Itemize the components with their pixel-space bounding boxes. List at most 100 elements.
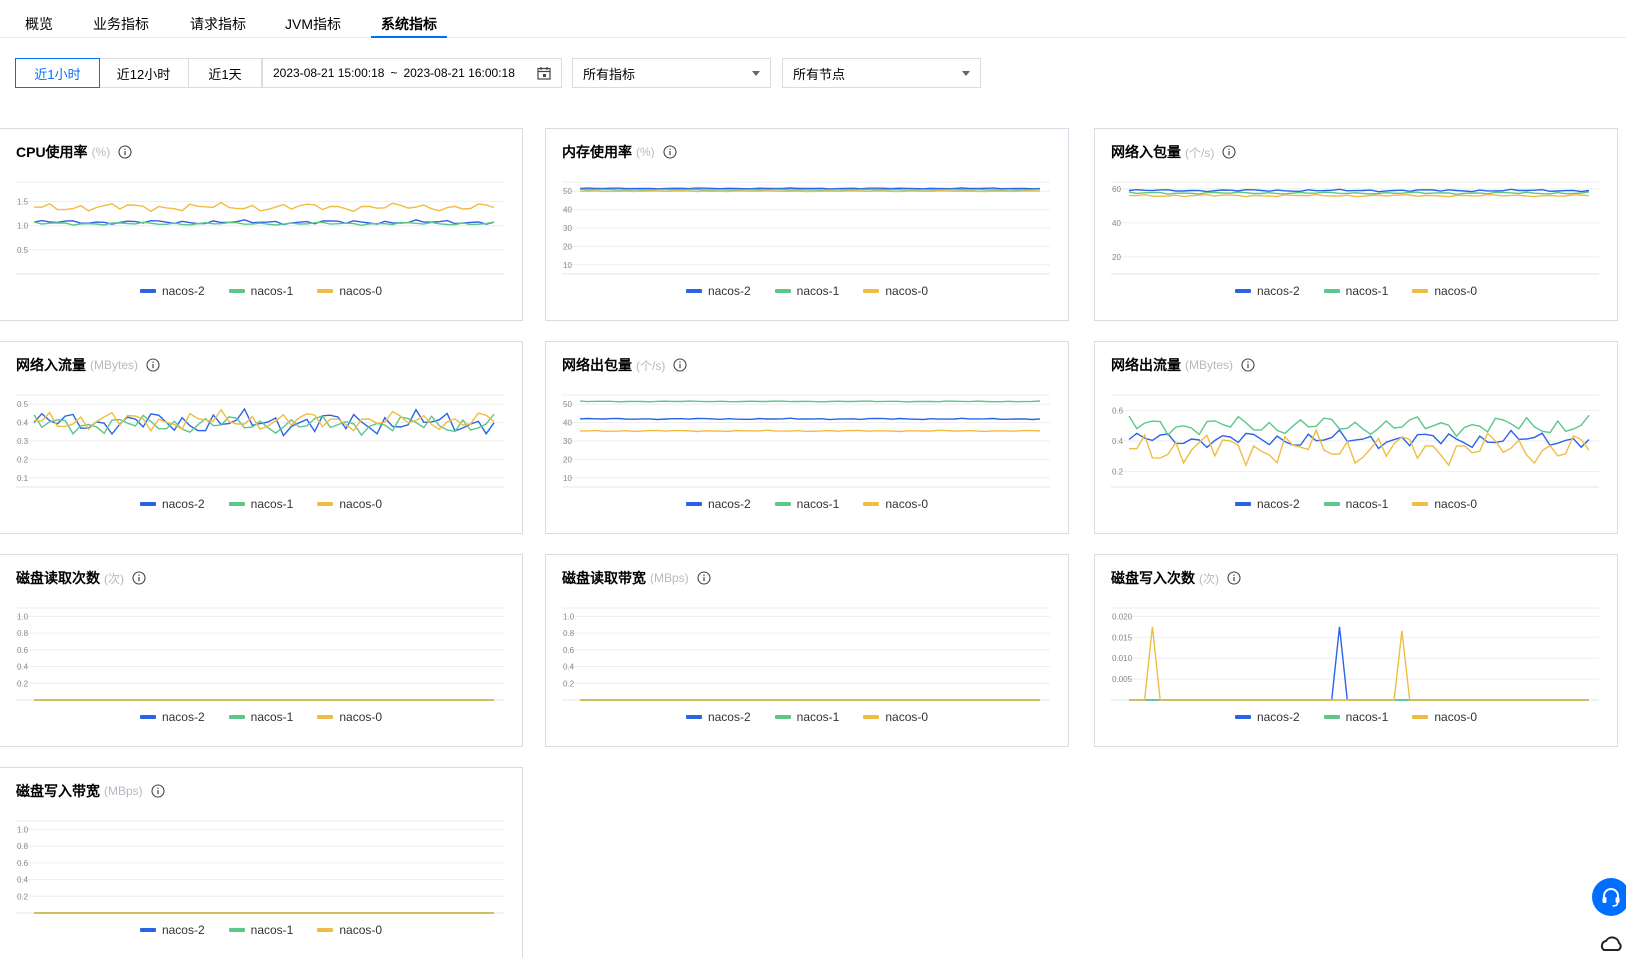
range-12h-button[interactable]: 近12小时 [99, 58, 189, 88]
legend-item-nacos-0[interactable]: nacos-0 [863, 497, 928, 511]
legend-label: nacos-2 [707, 284, 751, 298]
legend-item-nacos-2[interactable]: nacos-2 [685, 497, 751, 511]
headset-icon [1602, 888, 1620, 907]
y-tick-label: 0.8 [17, 629, 29, 638]
legend-item-nacos-2[interactable]: nacos-2 [1234, 284, 1300, 298]
info-icon[interactable] [132, 571, 146, 585]
info-icon[interactable] [673, 358, 687, 372]
legend-item-nacos-2[interactable]: nacos-2 [139, 923, 205, 937]
y-tick-label: 20 [563, 242, 572, 251]
legend-item-nacos-1[interactable]: nacos-1 [1323, 497, 1388, 511]
legend-label: nacos-1 [250, 497, 294, 511]
y-tick-label: 20 [563, 455, 572, 464]
chart-panel: 磁盘读取次数 (次) 1.0 0.8 0.6 0.4 0.2 nacos-2 nacos-1 na… [0, 554, 523, 747]
y-tick-label: 60 [1112, 185, 1121, 194]
legend-item-nacos-1[interactable]: nacos-1 [1323, 710, 1388, 724]
date-range-picker[interactable]: 2023-08-21 15:00:18 ~ 2023-08-21 16:00:1… [262, 58, 562, 88]
legend-item-nacos-1[interactable]: nacos-1 [774, 710, 839, 724]
series-line-nacos-1 [579, 188, 1041, 191]
legend-swatch [317, 928, 334, 932]
legend-label: nacos-0 [339, 497, 383, 511]
tab-jvm-metrics[interactable]: JVM指标 [285, 14, 341, 38]
y-tick-label: 10 [563, 261, 572, 270]
legend-label: nacos-0 [1434, 710, 1478, 724]
chart-unit: (%) [91, 145, 111, 159]
series-line-nacos-0 [33, 201, 495, 213]
legend-item-nacos-0[interactable]: nacos-0 [317, 497, 382, 511]
y-tick-label: 0.020 [1112, 612, 1133, 621]
chart-title-text: 网络出包量 [562, 357, 632, 373]
legend-item-nacos-1[interactable]: nacos-1 [774, 284, 839, 298]
info-icon[interactable] [1227, 571, 1241, 585]
range-1d-button[interactable]: 近1天 [189, 58, 262, 88]
legend-item-nacos-0[interactable]: nacos-0 [863, 284, 928, 298]
support-chat-button[interactable] [1592, 878, 1626, 916]
chart-unit: (次) [1199, 571, 1219, 586]
legend-item-nacos-2[interactable]: nacos-2 [139, 710, 205, 724]
legend-item-nacos-0[interactable]: nacos-0 [1412, 710, 1477, 724]
legend-item-nacos-0[interactable]: nacos-0 [1412, 284, 1477, 298]
legend-label: nacos-0 [339, 284, 383, 298]
legend-item-nacos-2[interactable]: nacos-2 [685, 284, 751, 298]
cloud-icon[interactable] [1598, 930, 1626, 958]
legend-label: nacos-1 [250, 923, 294, 937]
date-separator: ~ [390, 66, 398, 80]
y-tick-label: 0.4 [17, 419, 29, 428]
node-select[interactable]: 所有节点 [782, 58, 981, 88]
tab-request-metrics[interactable]: 请求指标 [190, 14, 246, 38]
chart-legend: nacos-2 nacos-1 nacos-0 [1095, 497, 1617, 511]
legend-swatch [774, 715, 791, 719]
legend-item-nacos-2[interactable]: nacos-2 [1234, 497, 1300, 511]
legend-item-nacos-2[interactable]: nacos-2 [685, 710, 751, 724]
y-tick-label: 50 [563, 187, 572, 196]
legend-item-nacos-1[interactable]: nacos-1 [1323, 284, 1388, 298]
legend-item-nacos-0[interactable]: nacos-0 [317, 710, 382, 724]
legend-swatch [228, 502, 245, 506]
info-icon[interactable] [663, 145, 677, 159]
legend-item-nacos-1[interactable]: nacos-1 [228, 497, 294, 511]
chart-title-text: 磁盘写入带宽 [16, 783, 100, 799]
tab-overview[interactable]: 概览 [25, 14, 53, 38]
info-icon[interactable] [1241, 358, 1255, 372]
series-line-nacos-2 [1129, 626, 1589, 701]
legend-item-nacos-0[interactable]: nacos-0 [863, 710, 928, 724]
series-line-nacos-0 [580, 190, 1041, 193]
legend-swatch [1234, 289, 1251, 293]
legend-item-nacos-2[interactable]: nacos-2 [139, 497, 205, 511]
y-tick-label: 1.0 [17, 222, 29, 231]
tab-system-metrics[interactable]: 系统指标 [371, 14, 447, 38]
legend-item-nacos-0[interactable]: nacos-0 [1412, 497, 1477, 511]
legend-label: nacos-2 [161, 923, 205, 937]
line-chart: 1.0 0.8 0.6 0.4 0.2 [16, 607, 504, 701]
info-icon[interactable] [151, 784, 165, 798]
y-tick-label: 0.2 [17, 455, 29, 464]
legend-item-nacos-1[interactable]: nacos-1 [774, 497, 839, 511]
metric-select[interactable]: 所有指标 [572, 58, 771, 88]
info-icon[interactable] [146, 358, 160, 372]
range-1h-button[interactable]: 近1小时 [15, 58, 100, 88]
tab-business-metrics[interactable]: 业务指标 [93, 14, 149, 38]
series-line-nacos-0 [580, 429, 1041, 433]
y-tick-label: 50 [563, 400, 572, 409]
y-tick-label: 40 [563, 419, 572, 428]
legend-item-nacos-1[interactable]: nacos-1 [228, 923, 294, 937]
chart-unit: (个/s) [636, 358, 666, 373]
legend-swatch [1323, 289, 1340, 293]
legend-item-nacos-2[interactable]: nacos-2 [139, 284, 205, 298]
legend-item-nacos-2[interactable]: nacos-2 [1234, 710, 1300, 724]
info-icon[interactable] [1222, 145, 1236, 159]
line-chart: 0.5 0.4 0.3 0.2 0.1 [16, 394, 504, 488]
y-tick-label: 30 [563, 437, 572, 446]
legend-item-nacos-1[interactable]: nacos-1 [228, 284, 293, 298]
line-chart: 50 40 30 20 10 [562, 394, 1050, 488]
info-icon[interactable] [118, 145, 132, 159]
legend-item-nacos-0[interactable]: nacos-0 [317, 923, 382, 937]
legend-item-nacos-1[interactable]: nacos-1 [228, 710, 293, 724]
line-chart: 50 40 30 20 10 [562, 181, 1050, 275]
y-tick-label: 0.015 [1112, 633, 1133, 642]
legend-item-nacos-0[interactable]: nacos-0 [317, 284, 382, 298]
legend-label: nacos-2 [1256, 710, 1300, 724]
info-icon[interactable] [697, 571, 711, 585]
y-tick-label: 30 [563, 224, 572, 233]
series-line-nacos-0 [33, 408, 495, 432]
